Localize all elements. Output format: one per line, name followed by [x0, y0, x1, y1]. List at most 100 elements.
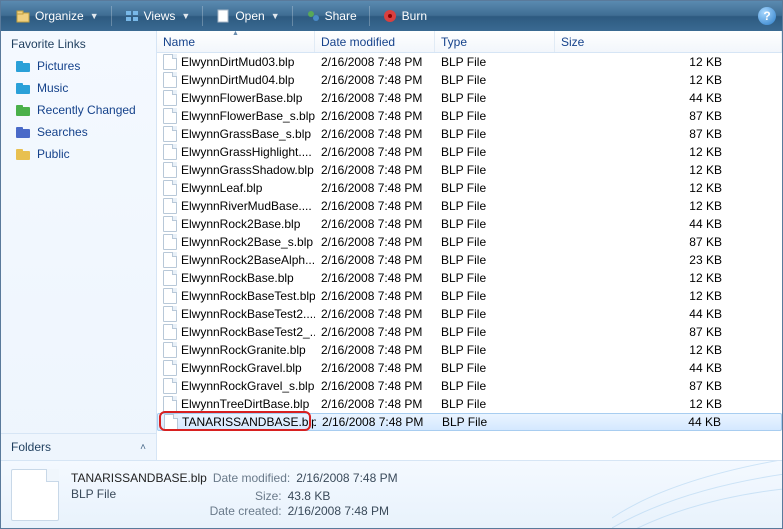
file-name: ElwynnDirtMud04.blp — [181, 73, 294, 87]
file-date: 2/16/2008 7:48 PM — [315, 343, 435, 357]
folders-header[interactable]: Folders ˄ — [1, 433, 156, 460]
table-row[interactable]: ElwynnRock2Base.blp 2/16/2008 7:48 PM BL… — [157, 215, 782, 233]
table-row[interactable]: ElwynnGrassHighlight.... 2/16/2008 7:48 … — [157, 143, 782, 161]
open-button[interactable]: Open ▼ — [207, 6, 287, 26]
file-size: 12 KB — [555, 55, 782, 69]
file-name: ElwynnLeaf.blp — [181, 181, 262, 195]
file-type: BLP File — [435, 109, 555, 123]
column-date[interactable]: Date modified — [315, 31, 435, 52]
file-type: BLP File — [435, 271, 555, 285]
sidebar-item-music[interactable]: Music — [1, 77, 156, 99]
sidebar-item-public[interactable]: Public — [1, 143, 156, 165]
file-type: BLP File — [436, 415, 556, 429]
table-row[interactable]: ElwynnGrassShadow.blp 2/16/2008 7:48 PM … — [157, 161, 782, 179]
file-icon — [163, 162, 177, 178]
file-icon — [163, 90, 177, 106]
file-date: 2/16/2008 7:48 PM — [315, 73, 435, 87]
file-name: ElwynnRiverMudBase.... — [181, 199, 312, 213]
table-row[interactable]: ElwynnGrassBase_s.blp 2/16/2008 7:48 PM … — [157, 125, 782, 143]
file-size: 23 KB — [555, 253, 782, 267]
table-row[interactable]: ElwynnDirtMud04.blp 2/16/2008 7:48 PM BL… — [157, 71, 782, 89]
column-name[interactable]: Name — [157, 31, 315, 52]
table-row[interactable]: ElwynnRiverMudBase.... 2/16/2008 7:48 PM… — [157, 197, 782, 215]
file-name: ElwynnRockBase.blp — [181, 271, 294, 285]
burn-icon — [382, 8, 398, 24]
file-list-pane: Name Date modified Type Size ElwynnDirtM… — [157, 31, 782, 460]
file-date: 2/16/2008 7:48 PM — [315, 91, 435, 105]
folders-label: Folders — [11, 440, 51, 454]
chevron-up-icon: ˄ — [140, 442, 146, 453]
file-icon — [163, 54, 177, 70]
table-row[interactable]: ElwynnDirtMud03.blp 2/16/2008 7:48 PM BL… — [157, 53, 782, 71]
file-date: 2/16/2008 7:48 PM — [315, 361, 435, 375]
share-label: Share — [325, 9, 357, 23]
file-type: BLP File — [435, 127, 555, 141]
file-date: 2/16/2008 7:48 PM — [315, 181, 435, 195]
table-row[interactable]: ElwynnLeaf.blp 2/16/2008 7:48 PM BLP Fil… — [157, 179, 782, 197]
organize-button[interactable]: Organize ▼ — [7, 6, 107, 26]
table-row[interactable]: TANARISSANDBASE.blp 2/16/2008 7:48 PM BL… — [157, 413, 782, 431]
views-label: Views — [144, 9, 176, 23]
details-created-label: Date created: — [201, 504, 282, 518]
burn-button[interactable]: Burn — [374, 6, 435, 26]
file-date: 2/16/2008 7:48 PM — [315, 55, 435, 69]
file-icon — [163, 180, 177, 196]
table-row[interactable]: ElwynnFlowerBase.blp 2/16/2008 7:48 PM B… — [157, 89, 782, 107]
file-size: 87 KB — [555, 127, 782, 141]
details-size-value: 43.8 KB — [288, 489, 398, 503]
sidebar-item-label: Searches — [37, 125, 88, 139]
details-size-label: Size: — [201, 489, 282, 503]
burn-label: Burn — [402, 9, 427, 23]
file-name: ElwynnRockBaseTest2_... — [181, 325, 315, 339]
file-icon — [163, 72, 177, 88]
file-name: ElwynnTreeDirtBase.blp — [181, 397, 309, 411]
file-icon — [163, 270, 177, 286]
table-row[interactable]: ElwynnRockBaseTest2.... 2/16/2008 7:48 P… — [157, 305, 782, 323]
details-filename: TANARISSANDBASE.blp — [71, 471, 207, 485]
file-date: 2/16/2008 7:48 PM — [315, 145, 435, 159]
folder-icon — [15, 146, 31, 162]
table-row[interactable]: ElwynnRock2BaseAlph... 2/16/2008 7:48 PM… — [157, 251, 782, 269]
file-size: 44 KB — [556, 415, 781, 429]
file-type: BLP File — [435, 55, 555, 69]
folder-icon — [15, 80, 31, 96]
file-icon — [163, 126, 177, 142]
table-row[interactable]: ElwynnRockGravel.blp 2/16/2008 7:48 PM B… — [157, 359, 782, 377]
file-date: 2/16/2008 7:48 PM — [315, 163, 435, 177]
file-date: 2/16/2008 7:48 PM — [315, 289, 435, 303]
table-row[interactable]: ElwynnRock2Base_s.blp 2/16/2008 7:48 PM … — [157, 233, 782, 251]
file-icon — [164, 414, 178, 430]
file-size: 12 KB — [555, 145, 782, 159]
file-size: 12 KB — [555, 181, 782, 195]
file-size: 12 KB — [555, 73, 782, 87]
file-type: BLP File — [435, 217, 555, 231]
file-type: BLP File — [435, 379, 555, 393]
column-size[interactable]: Size — [555, 31, 782, 52]
open-icon — [215, 8, 231, 24]
share-button[interactable]: Share — [297, 6, 365, 26]
help-icon[interactable]: ? — [758, 7, 776, 25]
file-size: 12 KB — [555, 199, 782, 213]
views-button[interactable]: Views ▼ — [116, 6, 199, 26]
table-row[interactable]: ElwynnRockBaseTest2_... 2/16/2008 7:48 P… — [157, 323, 782, 341]
sidebar-item-recently-changed[interactable]: Recently Changed — [1, 99, 156, 121]
file-type: BLP File — [435, 289, 555, 303]
sidebar-item-searches[interactable]: Searches — [1, 121, 156, 143]
file-name: ElwynnRockBaseTest2.... — [181, 307, 315, 321]
file-size: 44 KB — [555, 307, 782, 321]
file-icon — [163, 144, 177, 160]
table-row[interactable]: ElwynnRockBase.blp 2/16/2008 7:48 PM BLP… — [157, 269, 782, 287]
sidebar-item-pictures[interactable]: Pictures — [1, 55, 156, 77]
decorative-swoosh — [612, 460, 782, 528]
table-row[interactable]: ElwynnFlowerBase_s.blp 2/16/2008 7:48 PM… — [157, 107, 782, 125]
file-size: 12 KB — [555, 163, 782, 177]
file-icon — [163, 216, 177, 232]
file-type: BLP File — [435, 361, 555, 375]
column-type[interactable]: Type — [435, 31, 555, 52]
file-date: 2/16/2008 7:48 PM — [315, 109, 435, 123]
file-type: BLP File — [435, 253, 555, 267]
table-row[interactable]: ElwynnTreeDirtBase.blp 2/16/2008 7:48 PM… — [157, 395, 782, 413]
table-row[interactable]: ElwynnRockBaseTest.blp 2/16/2008 7:48 PM… — [157, 287, 782, 305]
table-row[interactable]: ElwynnRockGravel_s.blp 2/16/2008 7:48 PM… — [157, 377, 782, 395]
table-row[interactable]: ElwynnRockGranite.blp 2/16/2008 7:48 PM … — [157, 341, 782, 359]
